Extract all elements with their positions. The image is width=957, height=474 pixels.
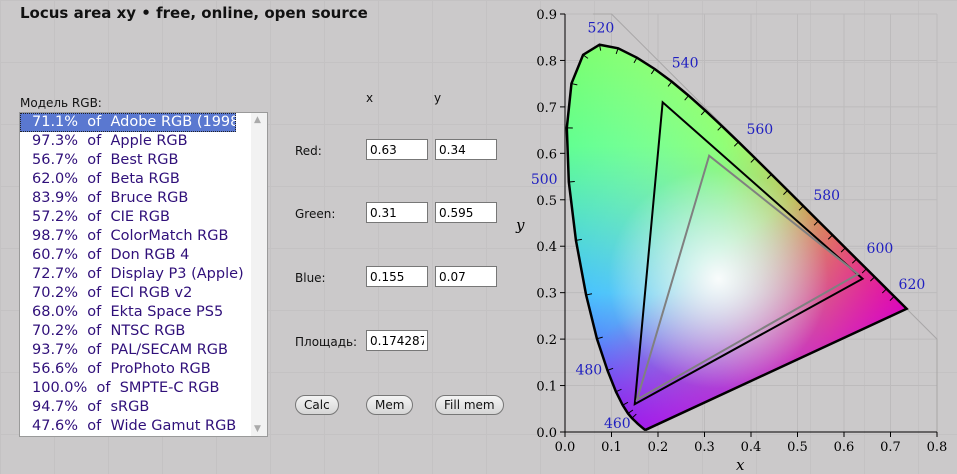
y-tick-label: 0.9 — [536, 8, 557, 23]
wavelength-label: 560 — [746, 122, 773, 138]
wavelength-label: 460 — [604, 416, 631, 432]
y-tick-label: 0.3 — [536, 287, 557, 302]
y-tick-label: 0.6 — [536, 147, 557, 162]
y-tick-label: 0.5 — [536, 194, 557, 209]
y-axis-label: y — [515, 216, 525, 234]
wavelength-label: 580 — [813, 188, 840, 204]
wavelength-label: 540 — [672, 56, 699, 72]
y-tick-label: 0.4 — [536, 240, 557, 255]
x-tick-label: 0.2 — [648, 440, 669, 455]
wavelength-label: 520 — [588, 21, 615, 37]
x-tick-label: 0.5 — [787, 440, 808, 455]
gamut-fill — [566, 44, 907, 430]
x-axis-label: x — [736, 456, 745, 474]
x-tick-label: 0.1 — [601, 440, 622, 455]
wavelength-label: 600 — [867, 241, 894, 257]
y-tick-label: 0.8 — [536, 54, 557, 69]
wavelength-label: 500 — [531, 172, 558, 188]
chromaticity-chart: 0.0 0.1 0.2 0.3 0.4 0.5 0.6 0.7 0.8 0.0 0.1 0.2 0.3 0… — [515, 8, 948, 474]
y-tick-label: 0.7 — [536, 101, 557, 116]
wavelength-label: 620 — [899, 277, 926, 293]
x-tick-label: 0.4 — [741, 440, 762, 455]
x-tick-label: 0.7 — [880, 440, 901, 455]
x-tick-label: 0.8 — [927, 440, 948, 455]
x-tick-label: 0.3 — [694, 440, 715, 455]
y-tick-label: 0.1 — [536, 380, 557, 395]
y-tick-label: 0.2 — [536, 333, 557, 348]
y-tick-label: 0.0 — [536, 426, 557, 441]
x-tick-label: 0.6 — [834, 440, 855, 455]
wavelength-label: 480 — [575, 362, 602, 378]
x-tick-label: 0.0 — [555, 440, 576, 455]
